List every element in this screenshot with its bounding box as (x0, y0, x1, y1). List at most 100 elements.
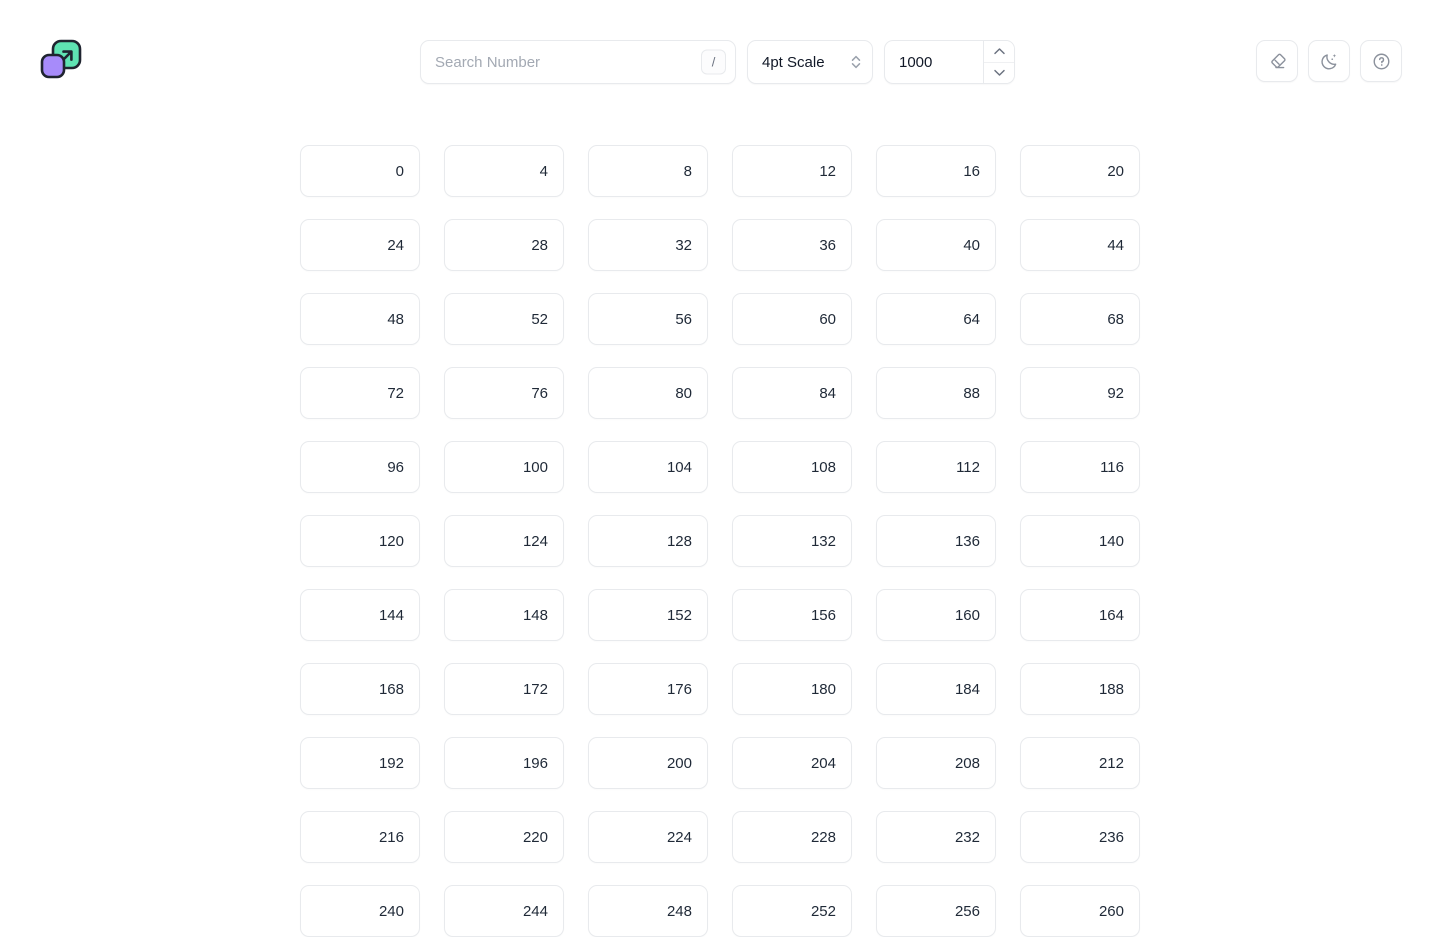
number-card[interactable]: 64 (876, 293, 996, 345)
number-card[interactable]: 128 (588, 515, 708, 567)
number-card[interactable]: 68 (1020, 293, 1140, 345)
moon-stars-icon (1320, 53, 1336, 69)
app-logo[interactable] (38, 38, 84, 84)
number-card[interactable]: 40 (876, 219, 996, 271)
number-card[interactable]: 92 (1020, 367, 1140, 419)
number-card-value: 208 (954, 754, 980, 772)
number-card[interactable]: 152 (588, 589, 708, 641)
number-card-value: 100 (522, 458, 548, 476)
number-card[interactable]: 160 (876, 589, 996, 641)
number-card[interactable]: 120 (300, 515, 420, 567)
dark-mode-button[interactable] (1308, 40, 1350, 82)
number-card[interactable]: 156 (732, 589, 852, 641)
number-card[interactable]: 12 (732, 145, 852, 197)
number-card[interactable]: 28 (444, 219, 564, 271)
number-card[interactable]: 200 (588, 737, 708, 789)
number-card[interactable]: 56 (588, 293, 708, 345)
number-card[interactable]: 244 (444, 885, 564, 937)
number-card[interactable]: 136 (876, 515, 996, 567)
number-card[interactable]: 236 (1020, 811, 1140, 863)
number-card[interactable]: 168 (300, 663, 420, 715)
help-button[interactable] (1360, 40, 1402, 82)
number-card-value: 28 (531, 236, 548, 254)
number-card-value: 124 (522, 532, 548, 550)
number-card[interactable]: 228 (732, 811, 852, 863)
number-card[interactable]: 176 (588, 663, 708, 715)
number-card[interactable]: 252 (732, 885, 852, 937)
number-card[interactable]: 8 (588, 145, 708, 197)
resize-arrow-squares-logo-icon (40, 39, 82, 79)
search-input[interactable] (421, 41, 735, 83)
number-card[interactable]: 24 (300, 219, 420, 271)
stepper-decrement-button[interactable] (984, 62, 1014, 83)
number-card-value: 224 (666, 828, 692, 846)
number-card-value: 120 (378, 532, 404, 550)
number-card-value: 104 (666, 458, 692, 476)
number-card[interactable]: 164 (1020, 589, 1140, 641)
number-card[interactable]: 220 (444, 811, 564, 863)
number-card-value: 84 (819, 384, 836, 402)
number-card[interactable]: 208 (876, 737, 996, 789)
number-card-value: 216 (378, 828, 404, 846)
number-card[interactable]: 184 (876, 663, 996, 715)
number-card[interactable]: 4 (444, 145, 564, 197)
number-card-value: 44 (1107, 236, 1124, 254)
number-card[interactable]: 52 (444, 293, 564, 345)
number-card[interactable]: 260 (1020, 885, 1140, 937)
number-card[interactable]: 248 (588, 885, 708, 937)
number-card[interactable]: 188 (1020, 663, 1140, 715)
number-card[interactable]: 144 (300, 589, 420, 641)
eraser-icon (1270, 53, 1286, 68)
number-card-value: 76 (531, 384, 548, 402)
number-card[interactable]: 232 (876, 811, 996, 863)
number-card[interactable]: 48 (300, 293, 420, 345)
scale-select[interactable]: 4pt Scale (747, 40, 873, 84)
question-circle-icon (1373, 53, 1389, 69)
number-card[interactable]: 60 (732, 293, 852, 345)
number-card-value: 92 (1107, 384, 1124, 402)
number-card[interactable]: 100 (444, 441, 564, 493)
number-card[interactable]: 84 (732, 367, 852, 419)
number-card[interactable]: 96 (300, 441, 420, 493)
number-card[interactable]: 0 (300, 145, 420, 197)
number-card[interactable]: 140 (1020, 515, 1140, 567)
number-card[interactable]: 212 (1020, 737, 1140, 789)
number-card[interactable]: 132 (732, 515, 852, 567)
number-card[interactable]: 76 (444, 367, 564, 419)
number-card-value: 220 (522, 828, 548, 846)
number-card[interactable]: 124 (444, 515, 564, 567)
number-card[interactable]: 108 (732, 441, 852, 493)
search-field[interactable]: / (420, 40, 736, 84)
number-card-value: 20 (1107, 162, 1124, 180)
number-card[interactable]: 88 (876, 367, 996, 419)
number-card[interactable]: 240 (300, 885, 420, 937)
number-card[interactable]: 204 (732, 737, 852, 789)
number-card[interactable]: 80 (588, 367, 708, 419)
number-card[interactable]: 104 (588, 441, 708, 493)
number-card-value: 212 (1098, 754, 1124, 772)
number-card[interactable]: 216 (300, 811, 420, 863)
number-card[interactable]: 36 (732, 219, 852, 271)
number-card[interactable]: 32 (588, 219, 708, 271)
number-card[interactable]: 112 (876, 441, 996, 493)
number-card-value: 160 (954, 606, 980, 624)
number-card[interactable]: 148 (444, 589, 564, 641)
number-card-value: 184 (954, 680, 980, 698)
number-card[interactable]: 172 (444, 663, 564, 715)
eraser-button[interactable] (1256, 40, 1298, 82)
number-card[interactable]: 192 (300, 737, 420, 789)
number-card-value: 8 (683, 162, 692, 180)
number-card[interactable]: 180 (732, 663, 852, 715)
stepper-increment-button[interactable] (984, 41, 1014, 63)
number-card[interactable]: 20 (1020, 145, 1140, 197)
number-card-value: 96 (387, 458, 404, 476)
number-card[interactable]: 224 (588, 811, 708, 863)
number-card[interactable]: 196 (444, 737, 564, 789)
number-card[interactable]: 256 (876, 885, 996, 937)
number-card[interactable]: 116 (1020, 441, 1140, 493)
number-card[interactable]: 16 (876, 145, 996, 197)
max-number-field[interactable] (884, 40, 1015, 84)
number-grid-area: 0 4 8 12 16 20 24 28 32 36 40 44 48 52 56 60 64 68 72 76 80 8… (300, 145, 1140, 937)
number-card[interactable]: 72 (300, 367, 420, 419)
number-card[interactable]: 44 (1020, 219, 1140, 271)
